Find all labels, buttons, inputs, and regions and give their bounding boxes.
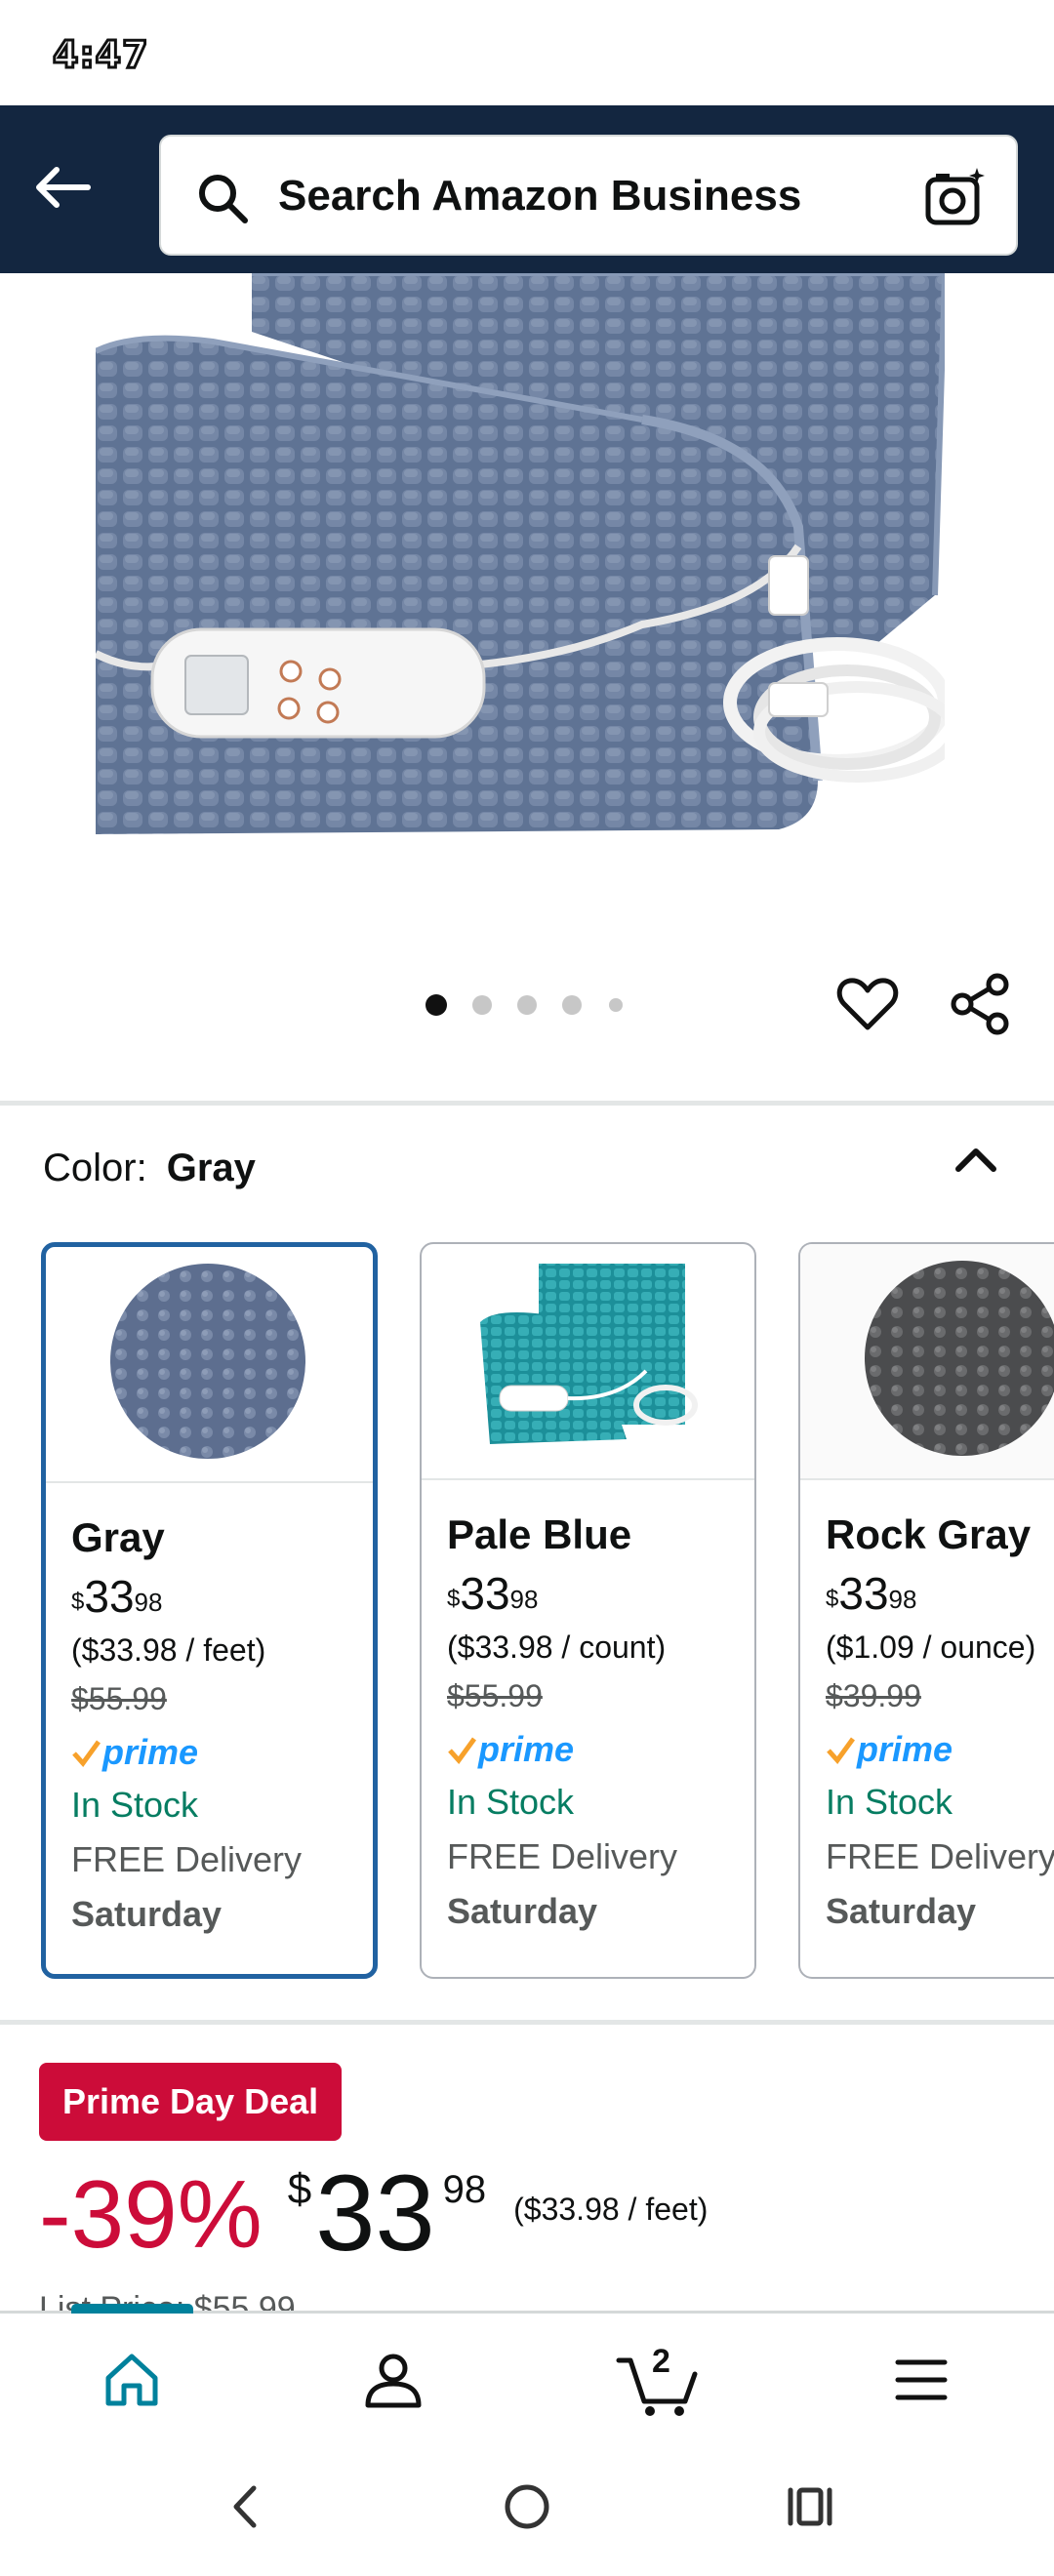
swatch-price: $3398 <box>71 1571 163 1622</box>
status-time: 4:47 <box>52 32 150 78</box>
color-option-rock-gray[interactable]: Rock Gray $3398 ($1.09 / ounce) $39.99 p… <box>798 1242 1054 1979</box>
color-option-gray[interactable]: Gray $3398 ($33.98 / feet) $55.99 prime … <box>41 1242 378 1979</box>
tab-home[interactable] <box>93 2341 171 2419</box>
chevron-up-icon <box>955 1148 996 1172</box>
swatch-price: $3398 <box>447 1568 539 1619</box>
product-image[interactable] <box>0 273 1054 946</box>
heating-pad-image <box>96 273 945 834</box>
prime-day-deal-badge: Prime Day Deal <box>39 2063 343 2141</box>
app-header: Search Amazon Business <box>0 105 1054 273</box>
deal-unit-price: ($33.98 / feet) <box>513 2192 709 2227</box>
carousel-dot[interactable] <box>562 995 582 1015</box>
heart-icon <box>836 978 899 1030</box>
section-divider <box>0 2020 1054 2025</box>
discount-percent: -39% <box>39 2160 263 2268</box>
delivery-day: Saturday <box>71 1894 223 1934</box>
delivery-day: Saturday <box>447 1891 598 1931</box>
tab-cart[interactable]: 2 <box>615 2341 703 2419</box>
person-icon <box>365 2354 422 2408</box>
prime-check-icon <box>827 1737 855 1764</box>
swatch-name: Pale Blue <box>447 1511 632 1557</box>
carousel-dot[interactable] <box>517 995 537 1015</box>
carousel-dot[interactable] <box>472 995 492 1015</box>
share-button[interactable] <box>947 971 1013 1037</box>
tab-account[interactable] <box>354 2341 432 2419</box>
color-value: Gray <box>166 1147 256 1189</box>
bottom-tab-bar: 2 <box>0 2304 1054 2434</box>
delivery-text: FREE Delivery <box>826 1836 1054 1876</box>
section-divider <box>0 1101 1054 1106</box>
prime-check-icon <box>72 1740 101 1767</box>
rock-gray-fabric-image <box>865 1261 1054 1456</box>
search-icon <box>199 175 248 223</box>
color-label: Color: <box>43 1147 147 1189</box>
cart-count-badge: 2 <box>652 2343 670 2380</box>
color-option-pale-blue[interactable]: Pale Blue $3398 ($33.98 / count) $55.99 … <box>420 1242 756 1979</box>
swatch-price: $3398 <box>826 1568 917 1619</box>
collapse-color-button[interactable] <box>947 1132 1005 1190</box>
tab-menu[interactable] <box>882 2341 960 2419</box>
prime-check-icon <box>448 1737 476 1764</box>
delivery-day: Saturday <box>826 1891 977 1931</box>
deal-price: $33 98 <box>287 2153 487 2274</box>
swatch-list-price: $55.99 <box>71 1681 167 1716</box>
prime-badge: prime <box>826 1724 1054 1775</box>
swatch-image <box>800 1244 1054 1480</box>
system-back-button[interactable] <box>205 2473 283 2541</box>
swatch-name: Gray <box>71 1514 165 1560</box>
recents-icon <box>788 2487 832 2526</box>
chevron-left-icon <box>233 2485 257 2528</box>
prime-badge: prime <box>71 1727 373 1778</box>
swatch-name: Rock Gray <box>826 1511 1032 1557</box>
add-to-list-button[interactable] <box>834 971 901 1037</box>
stock-status: In Stock <box>826 1782 953 1822</box>
carousel-dot[interactable] <box>426 994 447 1016</box>
delivery-text: FREE Delivery <box>71 1839 303 1879</box>
stock-status: In Stock <box>71 1785 199 1825</box>
swatch-list-price: $39.99 <box>826 1678 921 1713</box>
system-home-button[interactable] <box>488 2473 566 2541</box>
deal-price-row: -39% $33 98 ($33.98 / feet) <box>39 2153 709 2274</box>
status-bar: 4:47 <box>0 0 1054 105</box>
delivery-text: FREE Delivery <box>447 1836 678 1876</box>
search-input[interactable]: Search Amazon Business <box>159 135 1018 256</box>
gray-fabric-image <box>110 1264 305 1459</box>
carousel-dot[interactable] <box>609 998 623 1012</box>
camera-search-icon[interactable] <box>922 164 989 230</box>
share-icon <box>951 973 1009 1035</box>
color-label-row: Color: Gray <box>43 1147 256 1190</box>
pale-blue-pad-image <box>480 1264 698 1444</box>
search-placeholder: Search Amazon Business <box>278 172 802 220</box>
prime-badge: prime <box>447 1724 754 1775</box>
swatch-image <box>46 1247 373 1483</box>
menu-icon <box>895 2359 948 2400</box>
swatch-image <box>422 1244 754 1480</box>
circle-icon <box>505 2484 549 2529</box>
swatch-unit-price: ($33.98 / count) <box>447 1630 667 1665</box>
system-recents-button[interactable] <box>771 2473 849 2541</box>
swatch-unit-price: ($33.98 / feet) <box>71 1632 266 1668</box>
arrow-left-icon <box>36 167 91 208</box>
swatch-list-price: $55.99 <box>447 1678 543 1713</box>
active-tab-indicator <box>71 2304 193 2314</box>
back-button[interactable] <box>27 152 98 222</box>
swatch-unit-price: ($1.09 / ounce) <box>826 1630 1036 1665</box>
stock-status: In Stock <box>447 1782 575 1822</box>
system-nav-bar <box>0 2434 1054 2576</box>
home-icon <box>105 2354 158 2406</box>
